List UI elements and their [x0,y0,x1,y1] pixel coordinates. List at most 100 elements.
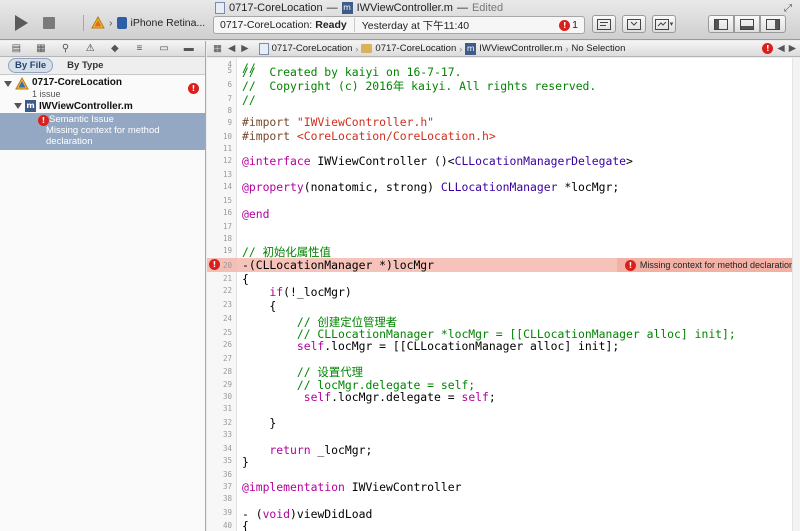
stop-button[interactable] [42,16,56,30]
filter-by-type[interactable]: By Type [61,59,109,72]
navigator-selector-bar: ▤ ▦ ⚲ ⚠ ◆ ≡ ▭ ▬ [0,41,205,57]
debug-icon[interactable]: ≡ [134,43,145,54]
left-panel-icon [714,18,728,30]
device-icon [116,17,127,29]
line-number: 37 [222,482,232,491]
window-title-dash: — [326,2,338,14]
code-line: @property(nonatomic, strong) CLLocationM… [242,180,620,194]
stop-icon [43,17,55,29]
line-number: 7 [227,94,232,103]
activity-status: Ready [315,19,347,31]
next-issue-icon[interactable]: ▶ [789,43,796,54]
symbol-icon[interactable]: ▦ [35,43,46,54]
log-icon[interactable]: ▬ [183,43,194,54]
project-row[interactable]: 0717-CoreLocation 1 issue ! [0,77,205,99]
error-icon[interactable]: ! [762,43,774,54]
code-line: } [242,455,249,469]
test-icon[interactable]: ◆ [109,43,120,54]
line-number-gutter[interactable]: ! 4 5 6 7 8 9 10 11 12 13 14 15 16 17 18 19 20 21 22 23 24 25… [207,58,237,531]
source-editor[interactable]: ! 4 5 6 7 8 9 10 11 12 13 14 15 16 17 18 19 20 21 22 23 24 25… [207,58,800,531]
line-number: 15 [222,196,232,205]
line-number: 31 [222,404,232,413]
code-line: - (void)viewDidLoad [242,507,373,521]
scheme-selector[interactable]: › iPhone Retina... [80,14,205,32]
jump-bar-issue-nav: ! ◀ ▶ [762,43,796,54]
line-number: 39 [222,508,232,517]
file-name: IWViewController.m [39,100,133,112]
project-issue-count: 1 issue [32,89,61,99]
version-editor-button[interactable]: ▾ [652,15,676,33]
related-files-icon[interactable]: ▦ [213,43,222,54]
breadcrumb-project[interactable]: 0717-CoreLocation [258,42,353,55]
line-number: 22 [222,286,232,295]
line-number: 40 [222,521,232,530]
disclosure-triangle-icon[interactable] [14,103,22,109]
vertical-scrollbar[interactable] [792,58,800,531]
code-line: @interface IWViewController ()<CLLocatio… [242,154,633,168]
line-number: 17 [222,222,232,231]
divider [83,15,84,31]
disclosure-triangle-icon[interactable] [4,81,12,87]
line-number: 34 [222,444,232,453]
line-number: 28 [222,367,232,376]
chevron-right-icon: › [355,43,359,54]
line-number: 36 [222,470,232,479]
line-number: 6 [227,80,232,89]
code-line: #import <CoreLocation/CoreLocation.h> [242,129,496,143]
line-number: 26 [222,340,232,349]
line-number: 38 [222,494,232,503]
arrows-icon [654,18,669,30]
issue-filter-bar: By File By Type [0,57,205,75]
previous-issue-icon[interactable]: ◀ [777,43,784,54]
standard-editor-button[interactable] [592,15,616,33]
error-icon: ! [188,83,199,94]
line-number: 23 [222,300,232,309]
code-line: self.locMgr = [[CLLocationManager alloc]… [242,339,620,353]
warning-icon[interactable]: ⚠ [85,43,96,54]
window-title-dash-2: — [456,2,468,14]
breadcrumb-label: 0717-CoreLocation [271,43,353,54]
code-line: { [242,519,249,531]
folder-icon[interactable]: ▤ [11,43,22,54]
toggle-navigator-button[interactable] [708,15,734,33]
play-icon [14,15,28,31]
code-line: return _locMgr; [242,443,373,457]
line-number: 11 [222,144,232,153]
code-area[interactable]: // // Created by kaiyi on 16-7-17. // Co… [237,58,800,531]
search-icon[interactable]: ⚲ [60,43,71,54]
editor-mode-buttons: ▾ [592,15,676,33]
code-line: // Copyright (c) 2016年 kaiyi. All rights… [242,79,597,93]
chevron-right-icon: › [109,17,113,29]
back-arrow-icon[interactable]: ◀ [228,43,235,54]
line-number: 8 [227,106,232,115]
issue-item[interactable]: ! Semantic Issue Missing context for met… [0,113,205,150]
fullscreen-button[interactable]: ⤢ [784,3,794,14]
error-icon[interactable]: ! [209,259,220,270]
toggle-utilities-button[interactable] [760,15,786,33]
breadcrumb-label: 0717-CoreLocation [375,43,457,54]
line-number: 35 [222,456,232,465]
breadcrumb-symbol[interactable]: No Selection [571,43,625,54]
run-button[interactable] [12,14,30,32]
activity-viewer[interactable]: 0717-CoreLocation: Ready Yesterday at 下午… [213,16,585,34]
project-name: 0717-CoreLocation [32,77,123,88]
forward-arrow-icon[interactable]: ▶ [241,43,248,54]
line-number: 29 [222,380,232,389]
file-row[interactable]: m IWViewController.m [0,99,205,113]
code-line: { [242,299,277,313]
breadcrumb-group[interactable]: 0717-CoreLocation [361,43,456,54]
toolbar: › iPhone Retina... 0717-CoreLocation — m… [0,0,800,40]
toggle-debug-button[interactable] [734,15,760,33]
objc-file-icon: m [25,100,36,112]
window-title: 0717-CoreLocation — m IWViewController.m… [215,1,503,15]
assistant-editor-button[interactable] [622,15,646,33]
folder-icon [361,44,373,53]
filter-by-file[interactable]: By File [8,58,54,73]
breakpoint-icon[interactable]: ▭ [159,43,170,54]
project-doc-icon [215,2,225,14]
issue-badge[interactable]: ! 1 [559,19,578,31]
line-number: 9 [227,118,232,127]
error-icon: ! [38,115,49,126]
breadcrumb-file[interactable]: m IWViewController.m [465,42,562,55]
divider [353,18,355,32]
